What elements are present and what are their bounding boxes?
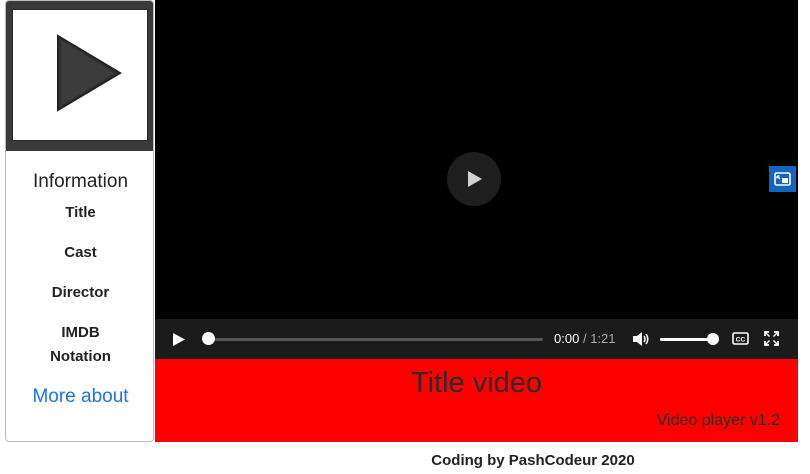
info-item-imdb: IMDB Notation [50, 324, 111, 365]
picture-in-picture-icon [774, 172, 791, 186]
time-separator: / [582, 331, 587, 346]
captions-button[interactable]: CC [732, 332, 749, 350]
play-triangle-icon [57, 34, 122, 112]
info-item-director: Director [51, 284, 110, 301]
video-title: Title video [410, 367, 543, 399]
time-display: 0:00 / 1:21 [554, 331, 616, 346]
info-item-title: Title [65, 204, 96, 221]
picture-in-picture-button[interactable] [769, 166, 796, 192]
player-controls-bar: 0:00 / 1:21 CC [155, 319, 798, 359]
volume-level [660, 338, 712, 341]
play-button[interactable] [172, 332, 186, 352]
seek-bar[interactable] [207, 338, 543, 341]
information-heading: Information [32, 171, 129, 192]
volume-slider[interactable] [660, 338, 712, 341]
svg-text:CC: CC [736, 336, 746, 343]
more-about-link[interactable]: More about [6, 386, 153, 408]
mute-button[interactable] [632, 331, 650, 352]
big-play-button[interactable] [447, 152, 501, 206]
player-version: Video player v1.2 [656, 412, 780, 429]
video-thumbnail[interactable] [6, 1, 153, 151]
volume-handle[interactable] [707, 333, 719, 345]
current-time: 0:00 [554, 331, 580, 346]
footer-credit: Coding by PashCodeur 2020 [431, 452, 635, 469]
play-icon [468, 171, 482, 187]
captions-icon: CC [732, 332, 749, 345]
fullscreen-button[interactable] [764, 331, 779, 351]
fullscreen-icon [764, 331, 779, 346]
info-sidebar: Information Title Cast Director IMDB Not… [5, 0, 154, 442]
duration: 1:21 [590, 331, 616, 346]
info-item-cast: Cast [64, 244, 97, 261]
thumbnail-frame [12, 9, 148, 141]
volume-icon [633, 332, 649, 346]
video-player[interactable]: 0:00 / 1:21 CC [155, 0, 798, 359]
play-icon [173, 333, 185, 346]
seek-handle[interactable] [202, 332, 215, 345]
video-title-banner: Title video Video player v1.2 [155, 359, 798, 442]
